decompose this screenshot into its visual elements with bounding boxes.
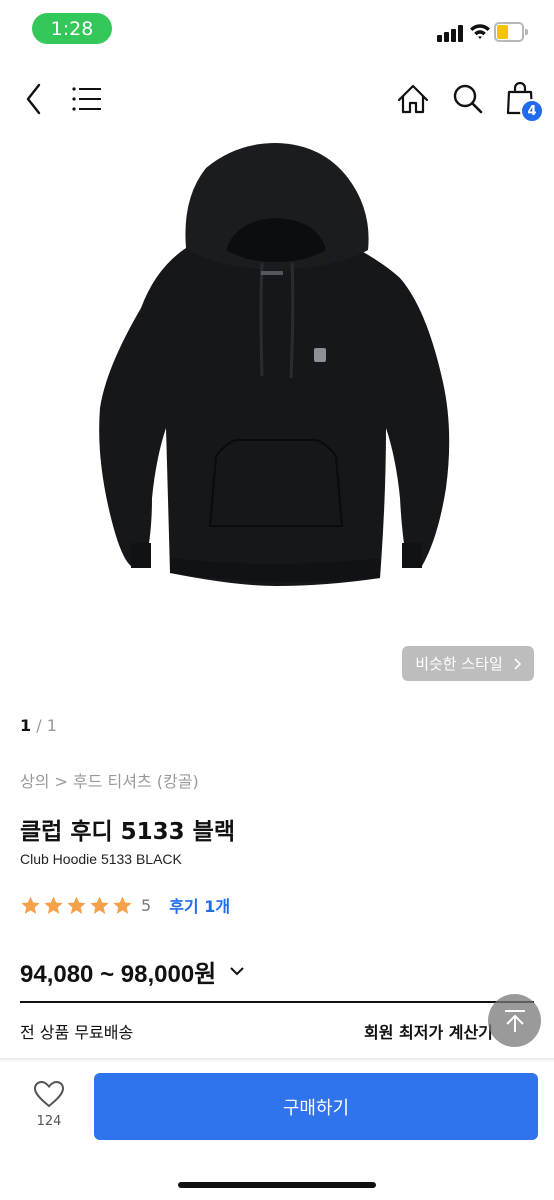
battery-icon xyxy=(494,22,528,42)
scroll-to-top-button[interactable] xyxy=(488,994,541,1047)
product-image[interactable] xyxy=(86,138,466,608)
chevron-down-icon[interactable] xyxy=(230,964,244,978)
star-icon xyxy=(67,896,86,914)
star-icon xyxy=(90,896,109,914)
product-title: 클럽 후디 5133 블랙 xyxy=(20,819,235,845)
star-rating xyxy=(20,895,133,916)
buy-button[interactable]: 구매하기 xyxy=(94,1073,538,1140)
chevron-right-icon xyxy=(514,657,521,670)
cart-count-badge: 4 xyxy=(520,99,544,123)
home-indicator xyxy=(178,1182,376,1188)
like-count: 124 xyxy=(36,1114,62,1129)
rating-row: 5 후기 1개 xyxy=(20,892,230,918)
member-price-calculator-link[interactable]: 회원 최저가 계산기 xyxy=(364,1019,493,1043)
star-icon xyxy=(113,896,132,914)
price-divider xyxy=(20,1001,534,1003)
heart-icon xyxy=(33,1080,65,1108)
cellular-signal-icon xyxy=(437,24,463,42)
similar-style-label: 비슷한 스타일 xyxy=(415,655,503,673)
top-navigation xyxy=(0,70,554,128)
price-range: 94,080 ~ 98,000원 xyxy=(20,960,217,988)
review-count-link[interactable]: 후기 1개 xyxy=(169,893,230,917)
rating-value: 5 xyxy=(141,895,152,915)
status-bar: 1:28 xyxy=(0,0,554,58)
star-icon xyxy=(21,896,40,914)
arrow-up-icon xyxy=(504,1009,525,1032)
menu-icon[interactable] xyxy=(70,70,104,128)
hoodie-illustration xyxy=(99,143,450,586)
search-icon[interactable] xyxy=(450,70,486,128)
image-pager: 1 / 1 xyxy=(20,716,57,735)
status-time: 1:28 xyxy=(32,13,112,44)
category-breadcrumb[interactable]: 상의 > 후드 티셔츠 (캉골) xyxy=(20,768,199,792)
like-button[interactable]: 124 xyxy=(20,1080,78,1140)
star-icon xyxy=(44,896,63,914)
pager-current: 1 xyxy=(20,716,32,735)
back-icon[interactable] xyxy=(18,70,50,128)
home-icon[interactable] xyxy=(396,70,430,128)
pager-separator: / xyxy=(36,716,42,735)
pager-total: 1 xyxy=(46,716,57,735)
shipping-note: 전 상품 무료배송 xyxy=(20,1023,134,1042)
similar-style-button[interactable]: 비슷한 스타일 xyxy=(402,646,534,681)
product-subtitle: Club Hoodie 5133 BLACK xyxy=(20,851,182,867)
bottom-bar-shadow xyxy=(0,1058,554,1062)
price-row[interactable]: 94,080 ~ 98,000원 xyxy=(20,953,244,989)
wifi-icon xyxy=(470,24,490,39)
